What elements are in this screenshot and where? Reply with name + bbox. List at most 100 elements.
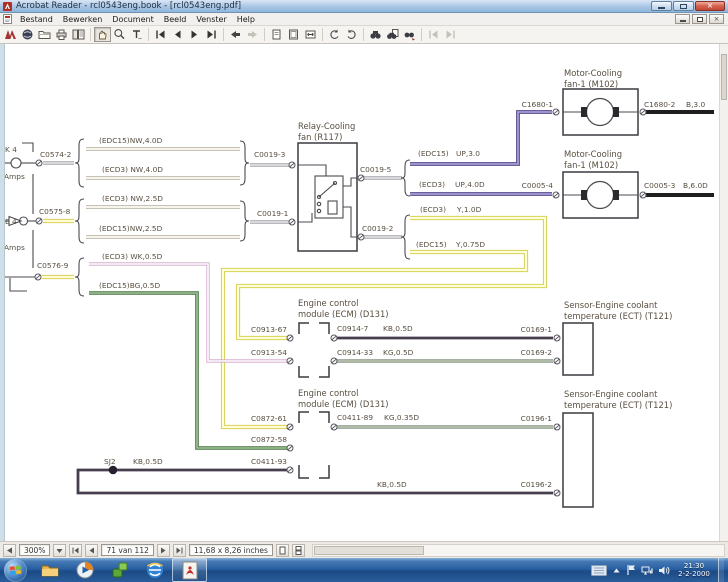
label-pair5-tag1: (ECD3)	[420, 205, 446, 214]
volume-icon[interactable]	[658, 565, 670, 576]
taskbar-media-player-button[interactable]	[67, 558, 102, 582]
open-folder-icon	[38, 28, 51, 41]
next-page-button[interactable]	[186, 27, 203, 42]
network-icon[interactable]	[641, 565, 653, 576]
menu-help[interactable]: Help	[232, 15, 260, 24]
menu-bestand[interactable]: Bestand	[15, 15, 58, 24]
search-button[interactable]	[384, 27, 401, 42]
taskbar-green-app-button[interactable]	[102, 558, 137, 582]
label-c0575-8: C0575-8	[39, 207, 71, 216]
label-c0872-58: C0872-58	[251, 435, 287, 444]
label-relay-title1: Relay-Cooling	[298, 121, 355, 131]
label-c0872-61: C0872-61	[251, 414, 287, 423]
toolbar-separator	[264, 28, 265, 41]
first-page-button[interactable]	[152, 27, 169, 42]
minimize-button[interactable]	[651, 1, 672, 11]
ecm1-box	[299, 323, 329, 377]
actual-size-button[interactable]	[268, 27, 285, 42]
continuous-layout-button[interactable]	[292, 544, 305, 557]
vertical-scrollbar-thumb[interactable]	[721, 54, 727, 100]
next-highlight-button[interactable]	[442, 27, 459, 42]
open-button[interactable]	[36, 27, 53, 42]
document-minimize-button[interactable]	[675, 14, 690, 24]
fit-width-button[interactable]	[302, 27, 319, 42]
fit-page-button[interactable]	[285, 27, 302, 42]
page-indicator[interactable]: 71 van 112	[101, 544, 153, 556]
label-kb-0.5d: KB,0.5D	[383, 324, 413, 333]
menu-venster[interactable]: Venster	[191, 15, 231, 24]
binoculars-icon	[369, 28, 382, 41]
zoom-level-value[interactable]: 300%	[19, 544, 50, 556]
taskbar-acrobat-reader-button[interactable]	[172, 558, 207, 582]
menu-bewerken[interactable]: Bewerken	[58, 15, 108, 24]
system-tray: 21:30 2-2-2000	[591, 558, 728, 582]
document-restore-button[interactable]	[692, 14, 707, 24]
menu-document[interactable]: Document	[107, 15, 158, 24]
previous-highlight-button[interactable]	[425, 27, 442, 42]
horizontal-scrollbar[interactable]	[312, 544, 725, 557]
canvas-split-button[interactable]	[3, 544, 16, 557]
search-results-button[interactable]	[401, 27, 418, 42]
label-c0576-9: C0576-9	[37, 261, 69, 270]
fit-width-icon	[304, 28, 317, 41]
forward-arrow-icon	[246, 28, 259, 41]
keyboard-language-icon[interactable]	[591, 565, 607, 576]
label-c0169-1: C0169-1	[521, 325, 553, 334]
show-desktop-button[interactable]	[718, 558, 724, 582]
toolbar-separator	[363, 28, 364, 41]
hand-tool-button[interactable]	[94, 27, 111, 42]
document-close-button[interactable]: ×	[709, 14, 724, 24]
next-view-button[interactable]	[244, 27, 261, 42]
last-page-status-button[interactable]	[173, 544, 186, 557]
rotate-left-button[interactable]	[326, 27, 343, 42]
label-ecm2-title1: Engine control	[298, 388, 358, 398]
label-fuse1-amps: Amps	[4, 172, 25, 181]
close-button[interactable]: ×	[695, 1, 725, 11]
binoculars-page-icon	[386, 28, 399, 41]
motor1-box	[563, 89, 638, 135]
previous-view-button[interactable]	[227, 27, 244, 42]
taskbar-internet-explorer-button[interactable]	[137, 558, 172, 582]
print-button[interactable]	[53, 27, 70, 42]
label-c0005-3: C0005-3	[644, 181, 676, 190]
acrobat-logo-button[interactable]	[2, 27, 19, 42]
action-center-flag-icon[interactable]	[626, 564, 636, 576]
rotate-left-icon	[328, 28, 341, 41]
label-c0005-4: C0005-4	[522, 181, 554, 190]
rotate-right-button[interactable]	[343, 27, 360, 42]
last-page-button[interactable]	[203, 27, 220, 42]
continuous-page-icon	[294, 546, 303, 555]
label-b-6.0d: B,6.0D	[683, 181, 708, 190]
last-page-icon	[175, 546, 184, 555]
text-select-tool-button[interactable]	[128, 27, 145, 42]
label-c0913-67: C0913-67	[251, 325, 287, 334]
taskbar-clock[interactable]: 21:30 2-2-2000	[675, 562, 713, 578]
start-button[interactable]	[4, 559, 27, 582]
previous-page-status-button[interactable]	[85, 544, 98, 557]
label-b-3.0: B,3.0	[686, 100, 705, 109]
nav-pane-button[interactable]	[70, 27, 87, 42]
maximize-button[interactable]	[673, 1, 694, 11]
previous-page-button[interactable]	[169, 27, 186, 42]
hidden-icons-chevron-icon[interactable]	[612, 566, 621, 575]
menu-beeld[interactable]: Beeld	[159, 15, 192, 24]
label-ecm1-title2: module (ECM) (D131)	[298, 309, 389, 319]
next-page-status-button[interactable]	[157, 544, 170, 557]
first-page-status-button[interactable]	[69, 544, 82, 557]
zoom-tool-button[interactable]	[111, 27, 128, 42]
close-icon: ×	[707, 2, 714, 10]
taskbar-explorer-button[interactable]	[32, 558, 67, 582]
label-kb-0.5d-lower: KB,0.5D	[377, 480, 407, 489]
nav-pane-icon	[72, 28, 85, 41]
document-page[interactable]: K 4 Amps C0574-2 (EDC15)NW,4.0D (ECD3) N…	[0, 44, 728, 541]
vertical-scrollbar[interactable]	[719, 44, 728, 541]
acrobat-online-button[interactable]	[19, 27, 36, 42]
minimize-icon	[658, 7, 665, 9]
zoom-dropdown-button[interactable]	[53, 544, 66, 557]
last-page-icon	[205, 28, 218, 41]
horizontal-scrollbar-thumb[interactable]	[314, 546, 424, 555]
maximize-icon	[680, 4, 687, 9]
find-button[interactable]	[367, 27, 384, 42]
text-tool-icon	[130, 28, 143, 41]
single-page-layout-button[interactable]	[276, 544, 289, 557]
